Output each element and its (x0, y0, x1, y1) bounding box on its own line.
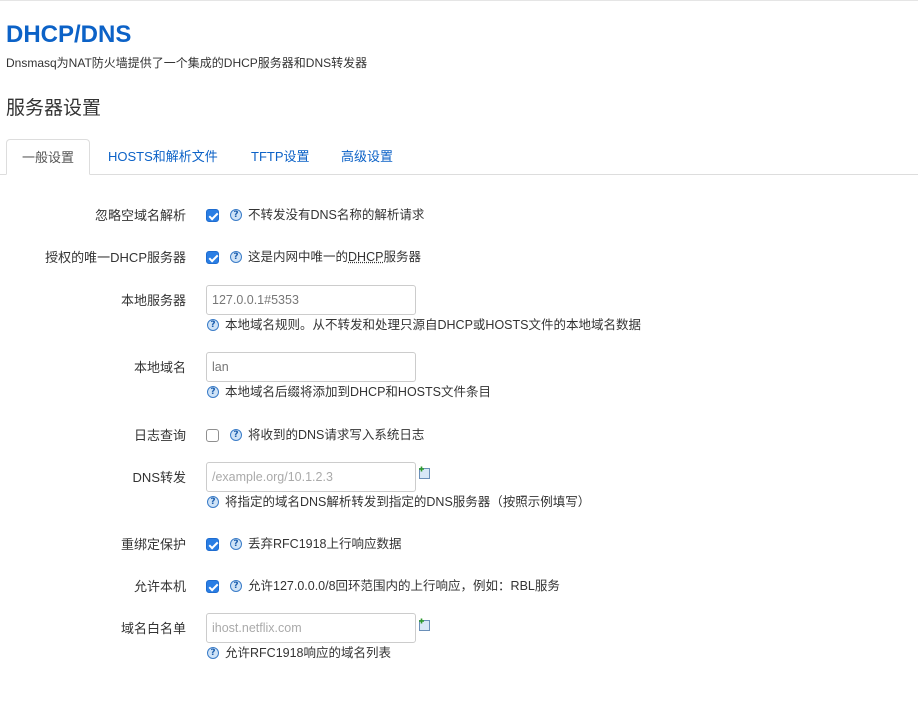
question-circle-icon: ? (230, 538, 242, 550)
tab-hosts-resolv[interactable]: HOSTS和解析文件 (94, 139, 232, 174)
section-title: 服务器设置 (6, 98, 102, 119)
dns-forward-input[interactable] (206, 462, 416, 492)
page-description: Dnsmasq为NAT防火墙提供了一个集成的DHCP服务器和DNS转发器 (6, 56, 368, 70)
question-circle-icon: ? (230, 251, 242, 263)
question-circle-icon: ? (230, 429, 242, 441)
tab-bar: 一般设置 HOSTS和解析文件 TFTP设置 高级设置 (0, 139, 918, 175)
domainneeded-checkbox[interactable] (206, 209, 219, 222)
log-queries-help: 将收到的DNS请求写入系统日志 (248, 428, 425, 442)
dhcp-abbr: DHCP (348, 250, 384, 264)
rebind-protection-checkbox[interactable] (206, 538, 219, 551)
local-domain-label: 本地域名 (133, 360, 186, 375)
domainneeded-label: 忽略空域名解析 (94, 208, 186, 223)
question-circle-icon: ? (207, 386, 219, 398)
local-server-input[interactable] (206, 285, 416, 315)
authoritative-help: 这是内网中唯一的DHCP服务器 (248, 248, 421, 266)
question-circle-icon: ? (207, 319, 219, 331)
question-circle-icon: ? (207, 496, 219, 508)
rebind-protection-help: 丢弃RFC1918上行响应数据 (248, 537, 402, 551)
authoritative-help-prefix: 这是内网中唯一的 (248, 250, 349, 264)
rebind-protection-label: 重绑定保护 (120, 537, 186, 552)
question-circle-icon: ? (230, 209, 242, 221)
rebind-localhost-help: 允许127.0.0.0/8回环范围内的上行响应，例如：RBL服务 (248, 579, 560, 593)
dns-forward-label: DNS转发 (132, 470, 186, 485)
rebind-domain-help: 允许RFC1918响应的域名列表 (225, 646, 391, 660)
local-domain-input[interactable] (206, 352, 416, 382)
rebind-localhost-label: 允许本机 (133, 579, 186, 594)
local-server-help: 本地域名规则。从不转发和处理只源自DHCP或HOSTS文件的本地域名数据 (225, 318, 641, 332)
local-server-label: 本地服务器 (120, 293, 186, 308)
rebind-domain-input[interactable] (206, 613, 416, 643)
tab-tftp[interactable]: TFTP设置 (237, 139, 324, 174)
authoritative-checkbox[interactable] (206, 251, 219, 264)
dns-forward-help: 将指定的域名DNS解析转发到指定的DNS服务器（按照示例填写） (225, 495, 591, 509)
local-domain-help: 本地域名后缀将添加到DHCP和HOSTS文件条目 (225, 385, 491, 399)
dhcp-dns-page: DHCP/DNS Dnsmasq为NAT防火墙提供了一个集成的DHCP服务器和D… (0, 0, 918, 715)
authoritative-help-suffix: 服务器 (383, 250, 421, 264)
authoritative-label: 授权的唯一DHCP服务器 (45, 250, 186, 265)
log-queries-label: 日志查询 (133, 428, 186, 443)
tab-general[interactable]: 一般设置 (6, 139, 90, 175)
rebind-localhost-checkbox[interactable] (206, 580, 219, 593)
log-queries-checkbox[interactable] (206, 429, 219, 442)
add-entry-icon[interactable] (418, 618, 431, 631)
add-entry-icon[interactable] (418, 466, 431, 479)
question-circle-icon: ? (230, 580, 242, 592)
domainneeded-help: 不转发没有DNS名称的解析请求 (248, 208, 425, 222)
question-circle-icon: ? (207, 647, 219, 659)
rebind-domain-label: 域名白名单 (120, 621, 186, 636)
top-divider (0, 0, 918, 1)
page-title: DHCP/DNS (6, 21, 132, 48)
tab-advanced[interactable]: 高级设置 (327, 139, 407, 174)
